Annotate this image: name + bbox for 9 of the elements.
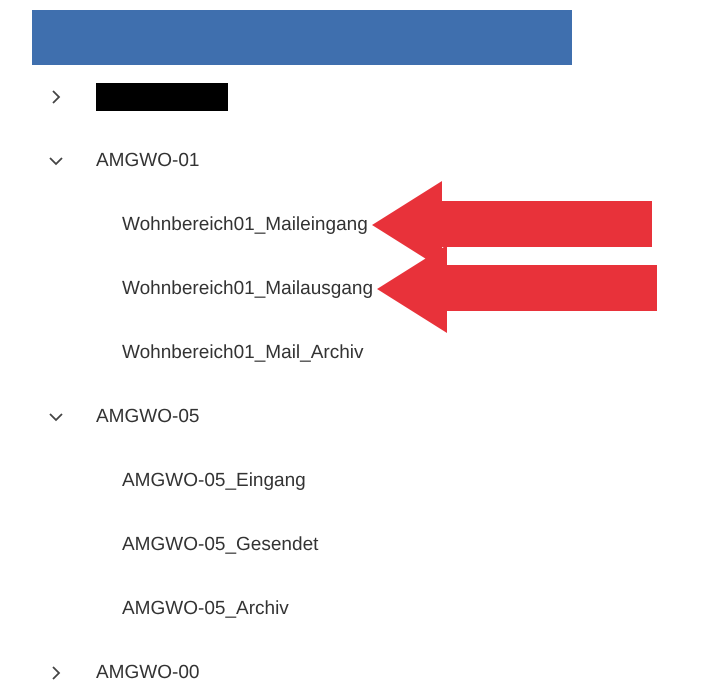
- folder-label[interactable]: Wohnbereich01_Mail_Archiv: [122, 342, 364, 364]
- folder-label[interactable]: AMGWO-05_Archiv: [122, 598, 289, 620]
- folder-label[interactable]: AMGWO-05_Eingang: [122, 470, 306, 492]
- folder-label[interactable]: Wohnbereich01_Mailausgang: [122, 278, 374, 300]
- folder-label[interactable]: AMGWO-00: [96, 662, 200, 684]
- folder-label[interactable]: AMGWO-05_Gesendet: [122, 534, 318, 556]
- folder-label[interactable]: AMGWO-01: [96, 150, 200, 172]
- folder-label[interactable]: AMGWO-05: [96, 406, 200, 428]
- folder-label[interactable]: Wohnbereich01_Maileingang: [122, 214, 368, 236]
